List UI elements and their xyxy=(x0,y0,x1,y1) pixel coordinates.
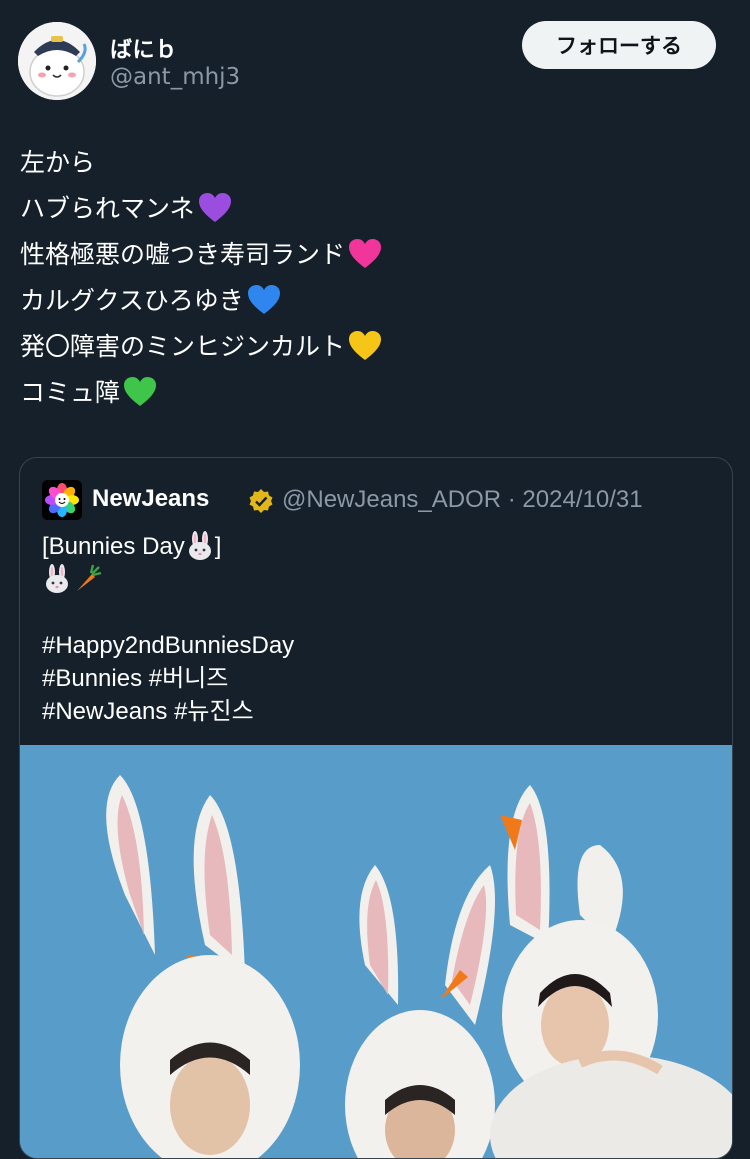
tweet-line: 性格極悪の嘘つき寿司ランド xyxy=(20,232,730,278)
tweet-line-text: ハブられマンネ xyxy=(20,194,195,223)
avatar-character-icon xyxy=(18,22,96,100)
tweet-line-text: 左から xyxy=(20,148,96,177)
pink-heart-icon xyxy=(349,239,382,268)
author-avatar[interactable] xyxy=(18,22,96,100)
quoted-author-handle-date: @NewJeans_ADOR · 2024/10/31 xyxy=(282,486,643,513)
quoted-tweet[interactable]: NewJeans @NewJeans_ADOR · 2024/10/31 [Bu… xyxy=(19,457,733,1159)
carrot-icon xyxy=(77,564,102,591)
hashtag-line[interactable]: #Happy2ndBunniesDay xyxy=(42,629,712,662)
quoted-author-avatar[interactable] xyxy=(42,480,82,520)
author-display-name[interactable]: ばにｂ xyxy=(110,32,178,64)
tweet-line-text: コミュ障 xyxy=(20,378,121,407)
yellow-heart-icon xyxy=(349,331,382,360)
quoted-text: [Bunnies Day xyxy=(42,533,185,560)
author-handle[interactable]: @ant_mhj3 xyxy=(110,64,240,90)
purple-heart-icon xyxy=(198,193,231,222)
hashtag-line[interactable]: #NewJeans #뉴진스 xyxy=(42,695,712,728)
quoted-author-name[interactable]: NewJeans xyxy=(92,485,209,513)
tweet-line-text: 発〇障害のミンヒジンカルト xyxy=(20,332,346,361)
tweet-line-text: 性格極悪の嘘つき寿司ランド xyxy=(20,240,346,269)
quoted-tweet-body: [Bunnies Day] #Happy2ndBunniesDay #Bunni… xyxy=(42,530,712,728)
quoted-line: [Bunnies Day] xyxy=(42,530,712,563)
tweet-header: ばにｂ @ant_mhj3 フォローする xyxy=(0,0,750,110)
flower-logo-icon xyxy=(42,480,82,520)
quoted-line-blank xyxy=(42,596,712,629)
tweet-line: 発〇障害のミンヒジンカルト xyxy=(20,324,730,370)
quoted-text: ] xyxy=(214,533,222,560)
tweet-line: 左から xyxy=(20,140,730,186)
bunny-costume-photo xyxy=(20,745,732,1158)
hashtag-line[interactable]: #Bunnies #버니즈 xyxy=(42,662,712,695)
green-heart-icon xyxy=(124,377,157,406)
tweet-line: カルグクスひろゆき xyxy=(20,278,730,324)
tweet-line-text: カルグクスひろゆき xyxy=(20,286,244,315)
rabbit-face-icon xyxy=(188,530,211,560)
quoted-tweet-photo[interactable] xyxy=(20,745,732,1158)
follow-button[interactable]: フォローする xyxy=(522,21,716,69)
tweet-line: ハブられマンネ xyxy=(20,186,730,232)
quoted-tweet-header: NewJeans @NewJeans_ADOR · 2024/10/31 xyxy=(42,480,722,520)
rabbit-face-icon xyxy=(46,563,68,593)
blue-heart-icon xyxy=(247,285,280,314)
quoted-line xyxy=(42,563,712,596)
verified-badge-icon xyxy=(249,489,273,513)
tweet-line: コミュ障 xyxy=(20,370,730,416)
tweet-body: 左から ハブられマンネ 性格極悪の嘘つき寿司ランド カルグクスひろゆき 発〇障害… xyxy=(20,140,730,416)
